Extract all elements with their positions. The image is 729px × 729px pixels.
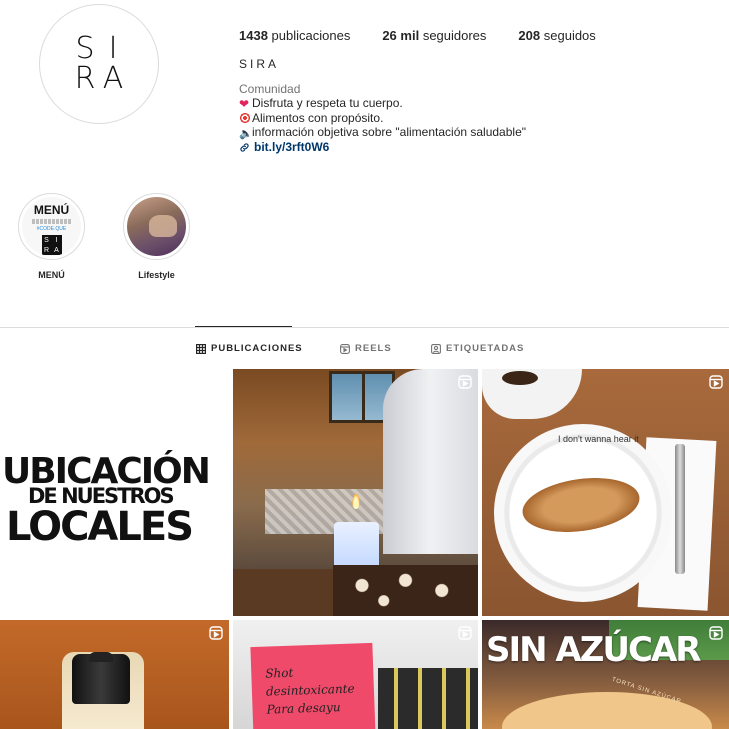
post-image-plate <box>502 692 712 729</box>
post-image-cup <box>482 369 582 419</box>
post-note-text: Shot <box>265 665 294 681</box>
post-tile[interactable]: I don't wanna hear it <box>482 369 729 616</box>
highlight-ring: MENÚ #CODE.QUE S I R A <box>18 193 85 260</box>
highlight-cover-text <box>31 219 72 224</box>
post-text: LOCALES <box>6 504 194 550</box>
logo-letter: I <box>108 31 118 66</box>
post-image-flame <box>352 493 360 509</box>
grid-icon <box>196 343 206 354</box>
followers-count: 26 mil <box>382 28 420 43</box>
following-count: 208 <box>518 28 541 43</box>
tab-etiquetadas[interactable]: ETIQUETADAS <box>431 343 524 354</box>
link-icon <box>240 142 249 152</box>
highlight-cover <box>127 197 186 256</box>
post-note-text: desintoxicante <box>265 681 355 699</box>
bio-text: Alimentos con propósito. <box>252 110 384 125</box>
highlight-ring <box>123 193 190 260</box>
post-tile[interactable] <box>233 369 478 616</box>
bio-line: información objetiva sobre "alimentación… <box>239 125 526 140</box>
post-image-bottles <box>378 668 478 729</box>
posts-label: publicaciones <box>271 28 351 43</box>
logo-letter: A <box>102 61 124 96</box>
logo-letter: R <box>74 61 96 96</box>
profile-tabs: PUBLICACIONES REELS ETIQUETADAS <box>0 343 729 357</box>
post-image-cake <box>333 565 478 616</box>
highlight-cover-code: #CODE.QUE <box>36 226 67 232</box>
bio-text: Disfruta y respeta tu cuerpo. <box>252 96 403 110</box>
profile-username: SIRA <box>239 57 280 71</box>
bio-line: Alimentos con propósito. <box>239 111 526 126</box>
tabs-divider <box>0 327 729 328</box>
post-tile[interactable] <box>0 620 229 729</box>
highlight-label: Lifestyle <box>138 270 175 280</box>
post-tile[interactable]: UBICACIÓN DE NUESTROS LOCALES <box>0 369 229 616</box>
following-label: seguidos <box>543 28 596 43</box>
target-icon <box>239 111 251 124</box>
posts-stat: 1438 publicaciones <box>239 28 350 43</box>
highlight-label: MENÚ <box>38 270 65 280</box>
speaker-icon <box>239 126 251 138</box>
reel-icon <box>709 375 723 389</box>
logo-letter: I <box>55 236 58 244</box>
logo-letter: R <box>43 246 50 254</box>
post-image-fork <box>675 444 685 574</box>
posts-count: 1438 <box>239 28 268 43</box>
post-tile[interactable]: SIN AZÚCAR TORTA SIN AZÚCAR <box>482 620 729 729</box>
post-title: SIN AZÚCAR <box>486 630 701 670</box>
active-tab-indicator <box>195 326 292 327</box>
sira-logo: S I R A <box>41 235 62 255</box>
profile-avatar[interactable]: S I R A <box>39 4 159 124</box>
post-image-sleeve <box>383 369 478 554</box>
profile-category: Comunidad <box>239 82 301 96</box>
reels-icon <box>340 343 350 354</box>
followers-stat[interactable]: 26 mil seguidores <box>382 28 486 43</box>
sira-logo: S I R A <box>71 34 127 94</box>
reel-icon <box>458 375 472 389</box>
bio-line: Disfruta y respeta tu cuerpo. <box>239 96 526 111</box>
highlight-lifestyle[interactable]: Lifestyle <box>123 193 190 280</box>
reel-icon <box>709 626 723 640</box>
profile-link-text: bit.ly/3rft0W6 <box>254 140 330 154</box>
logo-letter: A <box>54 246 59 254</box>
highlight-menu[interactable]: MENÚ #CODE.QUE S I R A MENÚ <box>18 193 85 280</box>
heart-icon <box>239 97 251 109</box>
post-tile[interactable]: Shot desintoxicante Para desayu <box>233 620 478 729</box>
tab-reels[interactable]: REELS <box>340 343 392 354</box>
tab-label: PUBLICACIONES <box>211 343 303 354</box>
highlight-cover: MENÚ #CODE.QUE S I R A <box>22 197 81 256</box>
logo-letter: S <box>44 236 49 244</box>
profile-link[interactable]: bit.ly/3rft0W6 <box>239 140 329 154</box>
post-caption: I don't wanna hear it <box>558 434 639 444</box>
tab-label: REELS <box>355 343 392 354</box>
tab-publicaciones[interactable]: PUBLICACIONES <box>196 343 303 354</box>
tab-label: ETIQUETADAS <box>446 343 525 354</box>
tagged-icon <box>431 343 441 354</box>
post-note-text: Para desayu <box>266 700 341 717</box>
bio-text: información objetiva sobre "alimentación… <box>252 125 527 139</box>
profile-bio: Disfruta y respeta tu cuerpo. Alimentos … <box>239 96 526 140</box>
reel-icon <box>209 626 223 640</box>
reel-icon <box>458 626 472 640</box>
highlight-cover-title: MENÚ <box>33 203 70 217</box>
post-image-tip <box>89 652 113 662</box>
logo-letter: S <box>75 31 95 66</box>
following-stat[interactable]: 208 seguidos <box>518 28 595 43</box>
profile-stats: 1438 publicaciones 26 mil seguidores 208… <box>239 28 628 43</box>
post-image-note: Shot desintoxicante Para desayu <box>250 642 376 729</box>
followers-label: seguidores <box>422 28 487 43</box>
